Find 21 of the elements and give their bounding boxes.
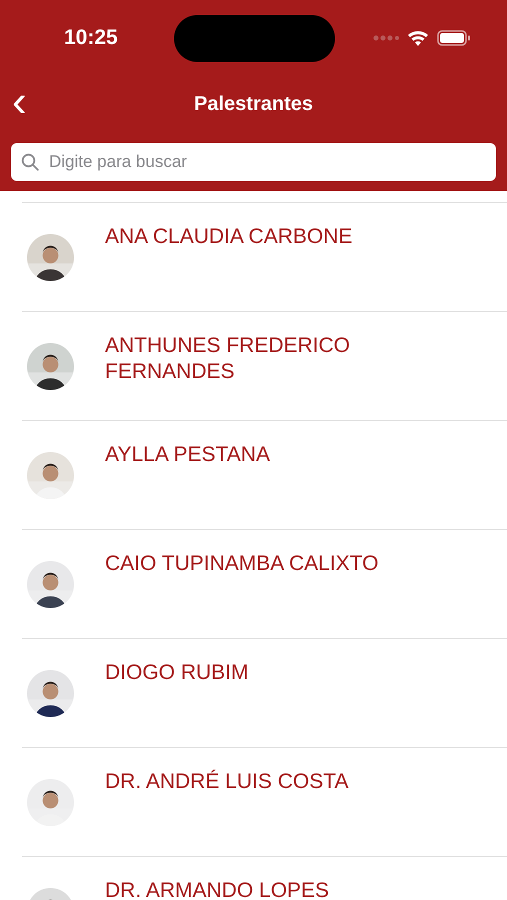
speaker-row[interactable]: CAIO TUPINAMBA CALIXTO — [22, 530, 507, 639]
speaker-name: DR. ANDRÉ LUIS COSTA — [105, 769, 348, 795]
speaker-name: DR. ARMANDO LOPES — [105, 878, 330, 900]
wifi-icon — [407, 30, 429, 46]
speaker-row[interactable]: DR. ANDRÉ LUIS COSTA — [22, 748, 507, 857]
speaker-row[interactable]: ANA CLAUDIA CARBONE — [22, 203, 507, 312]
speaker-row[interactable]: DR. ARMANDO LOPES — [22, 857, 507, 900]
speaker-name: DIOGO RUBIM — [105, 660, 249, 686]
search-field[interactable]: Digite para buscar — [11, 143, 496, 181]
speaker-name: ANTHUNES FREDERICO FERNANDES — [105, 333, 352, 385]
status-time: 10:25 — [64, 26, 118, 50]
speaker-name: ANA CLAUDIA CARBONE — [105, 224, 352, 250]
screen-title: Palestrantes — [194, 92, 313, 116]
speaker-row[interactable]: AYLLA PESTANA — [22, 421, 507, 530]
speaker-name: AYLLA PESTANA — [105, 442, 270, 468]
speaker-row[interactable]: DIOGO RUBIM — [22, 639, 507, 748]
speaker-name: CAIO TUPINAMBA CALIXTO — [105, 551, 378, 577]
back-button[interactable]: ‹ — [8, 84, 31, 120]
signal-icon — [373, 35, 399, 41]
speaker-row[interactable]: ANTHUNES FREDERICO FERNANDES — [22, 312, 507, 421]
battery-icon — [437, 30, 471, 46]
